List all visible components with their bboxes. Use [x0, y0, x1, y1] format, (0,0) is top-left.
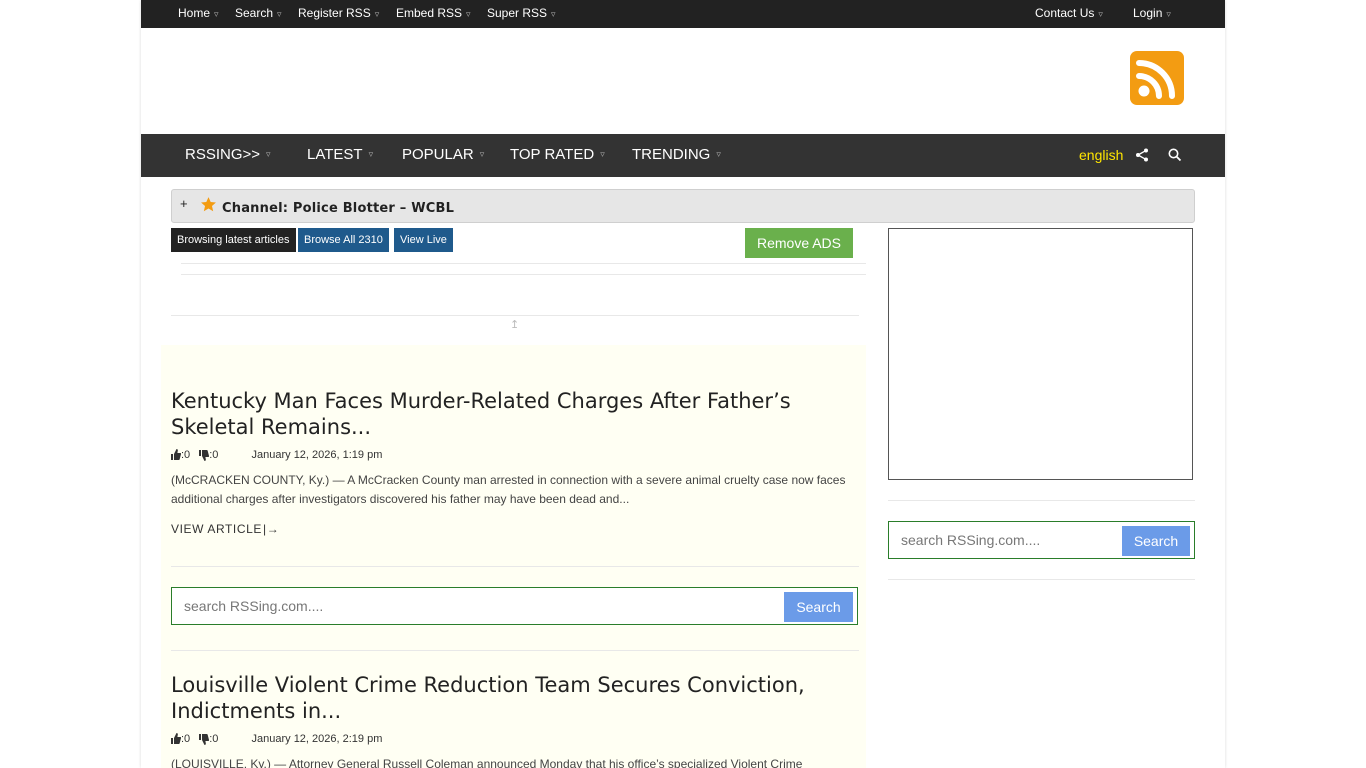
share-icon[interactable] [1135, 148, 1149, 162]
divider [171, 650, 859, 651]
like-count: :0 [181, 449, 191, 461]
divider [181, 274, 866, 275]
nav-item-trending[interactable]: TRENDING ▿ [632, 146, 721, 163]
nav-item-latest[interactable]: LATEST ▿ [307, 146, 373, 163]
topbar-register-rss-link[interactable]: Register RSS ▿ [298, 6, 379, 20]
topbar-embed-rss-link[interactable]: Embed RSS ▿ [396, 6, 471, 20]
like-count: :0 [181, 733, 191, 745]
nav-item-label: POPULAR [402, 146, 474, 163]
chevron-down-icon: ▿ [479, 149, 485, 159]
article-date: January 12, 2026, 2:19 pm [251, 733, 383, 745]
inline-search-form: Search [171, 587, 858, 625]
article-excerpt: (McCRACKEN COUNTY, Ky.) — A McCracken Co… [171, 473, 846, 506]
rss-logo-icon[interactable] [1130, 51, 1184, 105]
scroll-marker-icon: ↥ [510, 319, 520, 331]
arrow-right-icon: |→ [263, 522, 280, 536]
page: Home ▿ Search ▿ Register RSS ▿ Embed RSS ▿ S… [141, 0, 1225, 768]
dislike-count: :0 [209, 449, 219, 461]
topbar-home-link[interactable]: Home ▿ [178, 6, 219, 20]
topbar-register-label: Register RSS [298, 6, 371, 20]
dislike-count: :0 [209, 733, 219, 745]
channel-title: Channel: Police Blotter – WCBL [222, 201, 455, 216]
article-date: January 12, 2026, 1:19 pm [251, 449, 383, 461]
nav-item-popular[interactable]: POPULAR ▿ [402, 146, 484, 163]
divider [181, 263, 866, 264]
sidebar-search-input[interactable] [890, 523, 1110, 557]
language-selector[interactable]: english [1079, 147, 1123, 163]
topbar-super-label: Super RSS [487, 6, 548, 20]
view-live-button[interactable]: View Live [394, 228, 453, 252]
ad-placeholder [888, 228, 1193, 480]
nav-item-label: TOP RATED [510, 146, 595, 163]
topbar-search-label: Search [235, 6, 274, 20]
sidebar-search-button[interactable]: Search [1122, 526, 1190, 556]
article-meta: :0 :0 January 12, 2026, 1:19 pm [171, 449, 382, 461]
topbar-login-label: Login [1133, 6, 1163, 20]
search-icon[interactable] [1168, 148, 1182, 162]
browsing-latest-tab[interactable]: Browsing latest articles [171, 228, 296, 252]
article-excerpt: (LOUISVILLE, Ky.) — Attorney General Rus… [171, 757, 803, 768]
topbar-contact-link[interactable]: Contact Us ▿ [1035, 6, 1103, 20]
channel-header: + Channel: Police Blotter – WCBL [171, 189, 1195, 223]
chevron-down-icon: ▿ [1098, 9, 1103, 19]
thumbs-up-icon[interactable] [171, 733, 182, 744]
topbar-super-rss-link[interactable]: Super RSS ▿ [487, 6, 556, 20]
chevron-down-icon: ▿ [266, 149, 271, 159]
view-article-link[interactable]: VIEW ARTICLE|→ [171, 522, 279, 536]
top-bar: Home ▿ Search ▿ Register RSS ▿ Embed RSS ▿ S… [141, 0, 1225, 28]
chevron-down-icon: ▿ [214, 9, 219, 19]
nav-item-label: TRENDING [632, 146, 711, 163]
star-icon[interactable] [200, 196, 217, 213]
chevron-down-icon: ▿ [368, 149, 374, 159]
thumbs-down-icon[interactable] [199, 734, 210, 745]
view-article-label: VIEW ARTICLE [171, 522, 263, 536]
divider [171, 566, 859, 567]
article-title[interactable]: Kentucky Man Faces Murder-Related Charge… [171, 388, 861, 440]
chevron-down-icon: ▿ [277, 9, 282, 19]
rss-feed-icon [1136, 60, 1175, 99]
nav-item-label: RSSING>> [185, 146, 261, 163]
topbar-login-link[interactable]: Login ▿ [1133, 6, 1171, 20]
chevron-down-icon: ▿ [466, 9, 471, 19]
expand-toggle[interactable]: + [180, 196, 188, 211]
nav-item-rssing[interactable]: RSSING>> ▿ [185, 146, 271, 163]
search-button[interactable]: Search [784, 592, 853, 622]
chevron-down-icon: ▿ [716, 149, 721, 159]
nav-item-top-rated[interactable]: TOP RATED ▿ [510, 146, 605, 163]
chevron-down-icon: ▿ [551, 9, 556, 19]
chevron-down-icon: ▿ [374, 9, 380, 19]
divider [888, 579, 1195, 580]
topbar-search-link[interactable]: Search ▿ [235, 6, 282, 20]
divider [888, 500, 1195, 501]
sidebar-search-form: Search [888, 521, 1195, 559]
topbar-embed-label: Embed RSS [396, 6, 463, 20]
thumbs-down-icon[interactable] [199, 450, 210, 461]
chevron-down-icon: ▿ [600, 149, 605, 159]
main-nav: RSSING>> ▿ LATEST ▿ POPULAR ▿ TOP RATED ▿ TR… [141, 134, 1225, 177]
article-title[interactable]: Louisville Violent Crime Reduction Team … [171, 672, 861, 724]
remove-ads-button[interactable]: Remove ADS [745, 228, 853, 258]
divider [171, 315, 859, 316]
chevron-down-icon: ▿ [1166, 9, 1171, 19]
topbar-home-label: Home [178, 6, 211, 20]
topbar-contact-label: Contact Us [1035, 6, 1095, 20]
browse-all-button[interactable]: Browse All 2310 [298, 228, 389, 252]
thumbs-up-icon[interactable] [171, 449, 182, 460]
article-meta: :0 :0 January 12, 2026, 2:19 pm [171, 733, 382, 745]
search-input[interactable] [173, 589, 773, 623]
nav-item-label: LATEST [307, 146, 363, 163]
